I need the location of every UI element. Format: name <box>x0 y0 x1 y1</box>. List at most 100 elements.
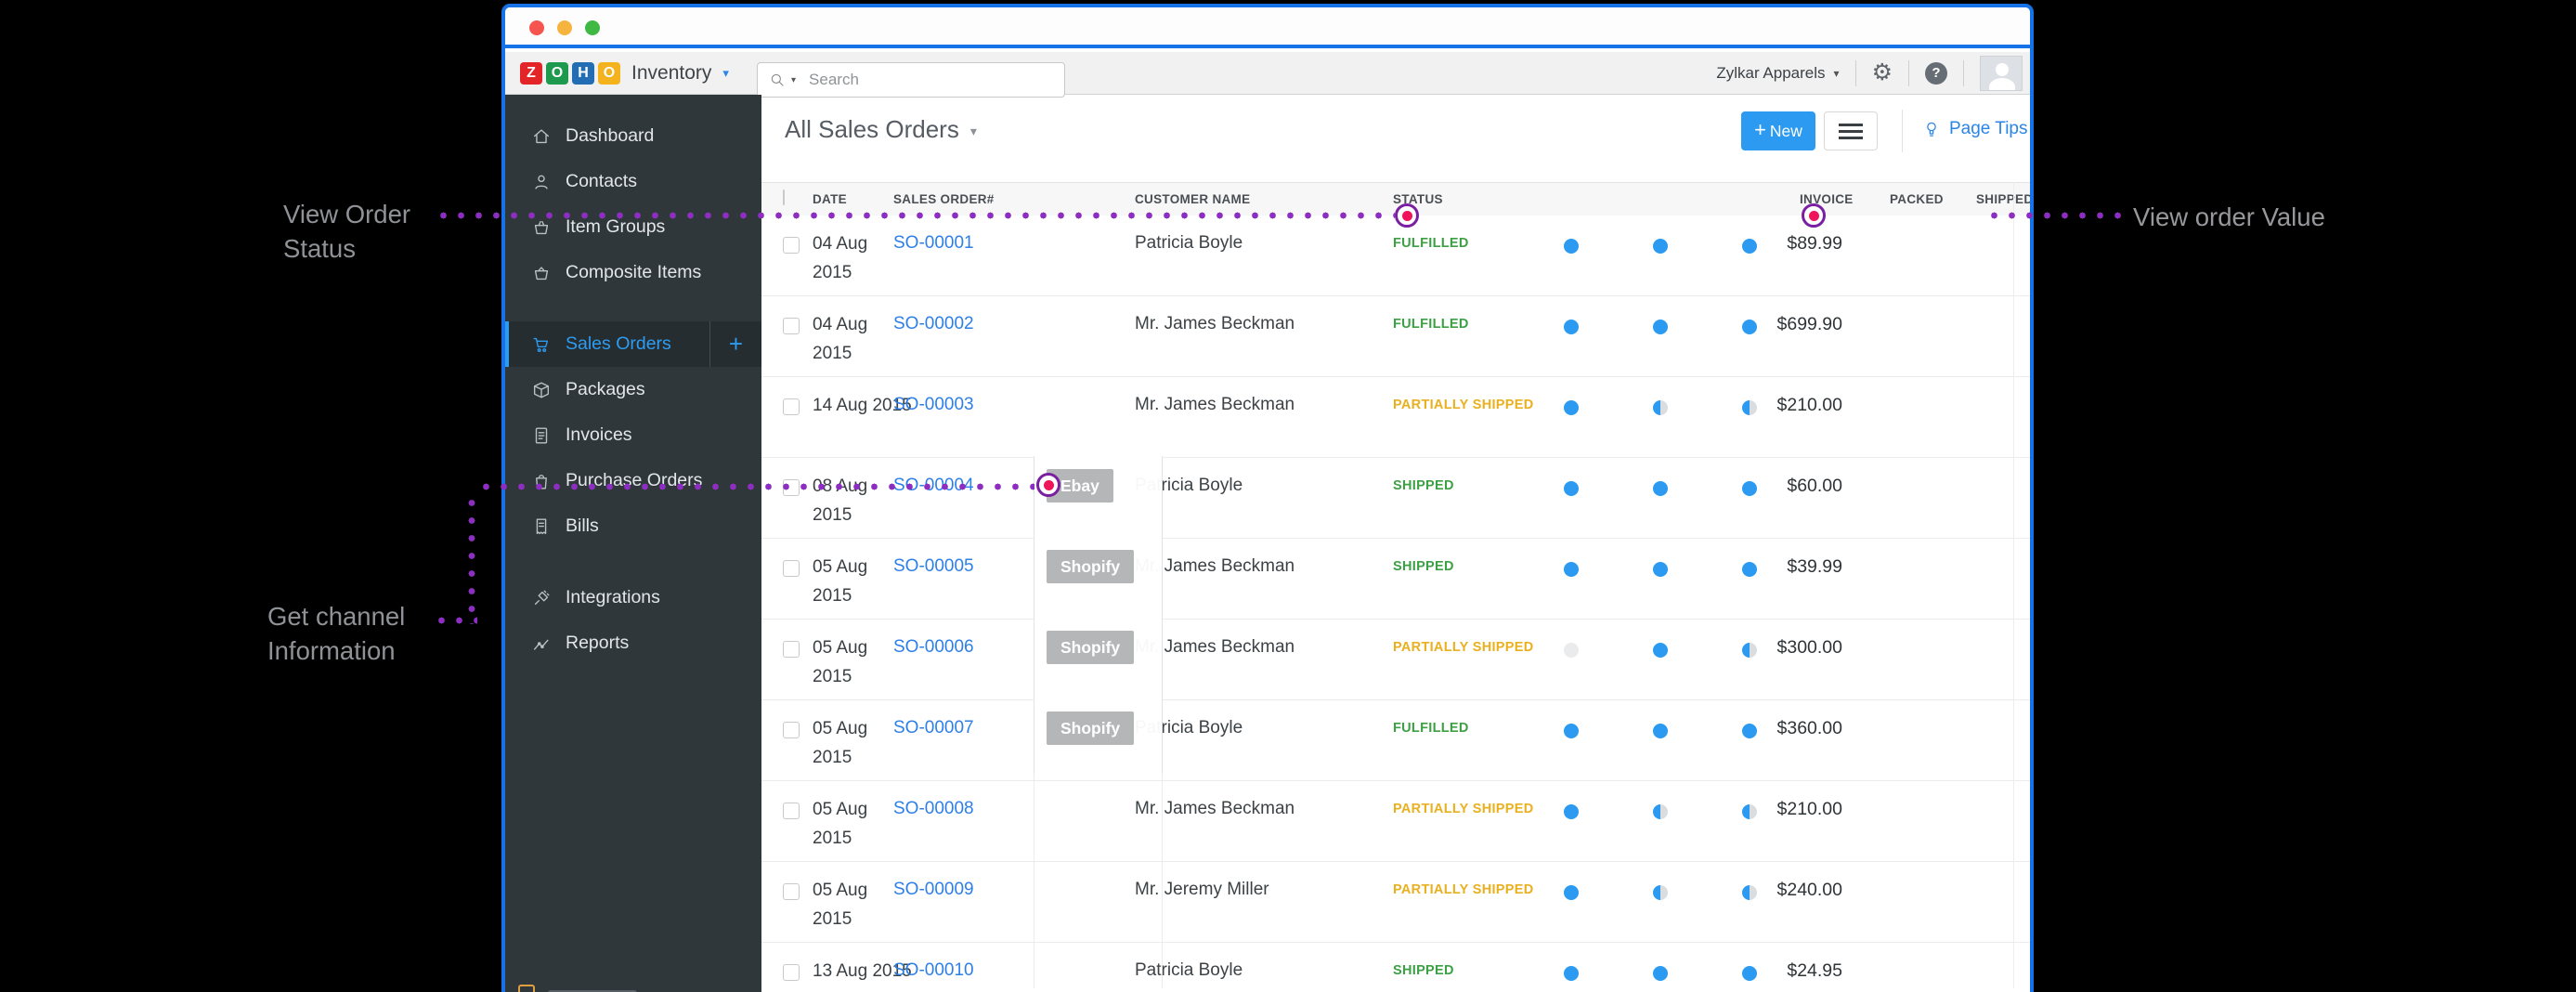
table-row[interactable]: 05 Aug2015 SO-00008 Mr. James Beckman PA… <box>761 781 2030 862</box>
sidebar-item-label: Composite Items <box>566 262 701 283</box>
invoice-dot <box>1564 885 1579 900</box>
chart-icon <box>531 633 552 654</box>
sales-order-link[interactable]: SO-00006 <box>893 637 974 658</box>
order-amount: $210.00 <box>1727 799 1842 820</box>
invoice-dot <box>1564 400 1579 415</box>
sidebar-footer-clipped <box>518 985 637 992</box>
sidebar-item-label: Bills <box>566 516 599 537</box>
table-row[interactable]: 05 Aug2015 SO-00005 Mr. James Beckman SH… <box>761 539 2030 620</box>
sidebar-item-invoices[interactable]: Invoices <box>505 412 761 458</box>
order-amount: $89.99 <box>1727 233 1842 255</box>
invoice-dot <box>1564 562 1579 577</box>
table-row[interactable]: 13 Aug 2015 SO-00010 Patricia Boyle SHIP… <box>761 943 2030 992</box>
sidebar-item-sales-orders[interactable]: Sales Orders + <box>505 321 761 367</box>
basket-icon <box>531 263 552 283</box>
invoice-dot <box>1564 966 1579 981</box>
customer-name: Patricia Boyle <box>1135 233 1242 254</box>
minimize-window-icon[interactable] <box>557 20 572 35</box>
order-date: 05 Aug2015 <box>813 876 867 933</box>
sales-order-link[interactable]: SO-00003 <box>893 395 974 415</box>
sidebar-item-label: Dashboard <box>566 125 654 147</box>
zoho-logo-tile: O <box>598 62 620 85</box>
sidebar: Dashboard Contacts Item Groups Composite… <box>505 95 761 992</box>
sidebar-item-purchase-orders[interactable]: Purchase Orders <box>505 458 761 503</box>
invoice-dot <box>1564 724 1579 738</box>
sidebar-item-reports[interactable]: Reports <box>505 620 761 666</box>
channel-badge-shopify: Shopify <box>1047 631 1134 664</box>
sidebar-item-composite-items[interactable]: Composite Items <box>505 250 761 295</box>
scrollbar-track[interactable] <box>2013 182 2014 988</box>
sales-order-link[interactable]: SO-00005 <box>893 556 974 577</box>
sidebar-item-bills[interactable]: Bills <box>505 503 761 549</box>
table-row[interactable]: 04 Aug2015 SO-00002 Mr. James Beckman FU… <box>761 296 2030 377</box>
packed-dot <box>1653 966 1668 981</box>
status-badge: SHIPPED <box>1393 478 1454 493</box>
annotation-get-channel-information: Get channel Information <box>267 599 405 668</box>
row-checkbox[interactable] <box>783 964 800 981</box>
close-window-icon[interactable] <box>529 20 544 35</box>
user-icon <box>531 172 552 192</box>
sidebar-item-integrations[interactable]: Integrations <box>505 575 761 620</box>
row-checkbox[interactable] <box>783 803 800 819</box>
dotted-line-channel-vertical <box>468 494 475 624</box>
row-checkbox[interactable] <box>783 883 800 900</box>
packed-dot <box>1653 320 1668 334</box>
receipt-icon <box>531 516 552 537</box>
row-checkbox[interactable] <box>783 560 800 577</box>
sidebar-item-dashboard[interactable]: Dashboard <box>505 113 761 159</box>
zoho-logo-tile: H <box>572 62 594 85</box>
sidebar-item-contacts[interactable]: Contacts <box>505 159 761 204</box>
sales-order-link[interactable]: SO-00008 <box>893 799 974 819</box>
order-amount: $699.90 <box>1727 314 1842 335</box>
sales-order-link[interactable]: SO-00002 <box>893 314 974 334</box>
chevron-down-icon[interactable]: ▾ <box>722 66 729 81</box>
add-sales-order-button[interactable]: + <box>709 321 761 367</box>
marker-ebay-badge <box>1036 473 1060 497</box>
order-amount: $210.00 <box>1727 395 1842 416</box>
channel-badge-shopify: Shopify <box>1047 711 1134 745</box>
sidebar-item-label: Packages <box>566 379 645 400</box>
row-checkbox[interactable] <box>783 237 800 254</box>
row-checkbox[interactable] <box>783 318 800 334</box>
order-date: 05 Aug2015 <box>813 795 867 853</box>
sidebar-item-packages[interactable]: Packages <box>505 367 761 412</box>
table-row[interactable]: 08 Aug2015 SO-00004 Patricia Boyle SHIPP… <box>761 458 2030 539</box>
row-checkbox[interactable] <box>783 398 800 415</box>
sales-order-link[interactable]: SO-00009 <box>893 880 974 900</box>
packed-dot <box>1653 562 1668 577</box>
order-date: 04 Aug2015 <box>813 310 867 368</box>
order-amount: $60.00 <box>1727 476 1842 497</box>
channel-overlay-panel-lower <box>1034 774 1163 988</box>
customer-name: Mr. James Beckman <box>1135 314 1295 334</box>
status-badge: SHIPPED <box>1393 559 1454 574</box>
annotation-view-order-value: View order Value <box>2133 200 2325 234</box>
packed-dot <box>1653 239 1668 254</box>
app-window: Z O H O Inventory ▾ ▾ Search Zylkar Appa… <box>501 4 2034 992</box>
packed-dot <box>1653 885 1668 900</box>
sales-order-link[interactable]: SO-00007 <box>893 718 974 738</box>
zoho-inventory-logo[interactable]: Z O H O Inventory ▾ <box>520 52 729 94</box>
order-date: 04 Aug2015 <box>813 229 867 287</box>
order-date: 05 Aug2015 <box>813 553 867 610</box>
sales-order-link[interactable]: SO-00010 <box>893 960 974 981</box>
table-row[interactable]: 14 Aug 2015 SO-00003 Mr. James Beckman P… <box>761 377 2030 458</box>
maximize-window-icon[interactable] <box>585 20 600 35</box>
channel-badge-shopify: Shopify <box>1047 550 1134 583</box>
marker-status-column <box>1395 203 1419 228</box>
table-row[interactable]: 05 Aug2015 SO-00006 Mr. James Beckman PA… <box>761 620 2030 700</box>
sales-order-link[interactable]: SO-00001 <box>893 233 974 254</box>
order-amount: $300.00 <box>1727 637 1842 659</box>
invoice-dot <box>1564 804 1579 819</box>
table-row[interactable]: 05 Aug2015 SO-00009 Mr. Jeremy Miller PA… <box>761 862 2030 943</box>
dotted-line-value <box>1985 212 2127 219</box>
row-checkbox[interactable] <box>783 722 800 738</box>
table-row[interactable]: 05 Aug2015 SO-00007 Patricia Boyle FULFI… <box>761 700 2030 781</box>
sidebar-item-label: Reports <box>566 633 629 654</box>
row-checkbox[interactable] <box>783 641 800 658</box>
packed-dot <box>1653 481 1668 496</box>
annotation-view-order-status: View Order Status <box>283 197 410 266</box>
sidebar-spacer <box>505 295 761 321</box>
sidebar-spacer <box>505 549 761 575</box>
table-row[interactable]: 04 Aug2015 SO-00001 Patricia Boyle FULFI… <box>761 215 2030 296</box>
screenshot-stage: Z O H O Inventory ▾ ▾ Search Zylkar Appa… <box>0 0 2576 992</box>
